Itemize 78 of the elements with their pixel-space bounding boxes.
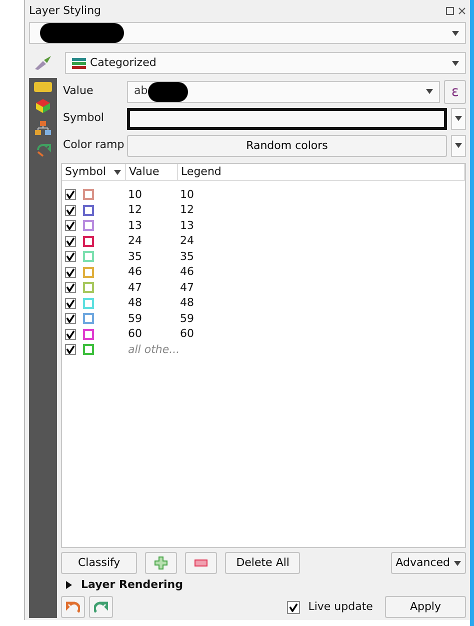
- delete-all-button[interactable]: Delete All: [225, 552, 300, 574]
- cube-icon[interactable]: [35, 98, 51, 114]
- checkbox-label: Live update: [308, 598, 373, 615]
- table-cell-text: 35: [128, 248, 143, 264]
- table-cell-text: 35: [180, 248, 194, 264]
- classify-button[interactable]: Classify: [61, 552, 138, 574]
- color-ramp-button[interactable]: Random colors: [127, 134, 447, 156]
- table-cell-text: 13: [128, 218, 143, 234]
- table-cell-text: 48: [128, 295, 143, 311]
- table-cell-text: 24: [128, 233, 143, 249]
- row-checkbox[interactable]: [65, 328, 76, 340]
- row-checkbox[interactable]: [65, 266, 76, 278]
- column-header[interactable]: Value: [126, 164, 178, 180]
- row-checkbox[interactable]: [65, 251, 76, 262]
- row-checkbox[interactable]: [65, 313, 76, 324]
- diagram-icon[interactable]: [35, 120, 51, 136]
- row-checkbox[interactable]: [65, 236, 76, 247]
- table-cell-text: 10: [128, 186, 143, 202]
- caret-icon: [452, 60, 459, 66]
- renderer-dropdown[interactable]: Categorized: [65, 52, 466, 74]
- field-label: Color ramp: [62, 137, 123, 154]
- add-button[interactable]: [145, 552, 178, 574]
- expression-button[interactable]: ε: [444, 80, 466, 104]
- float-icon[interactable]: [446, 7, 454, 15]
- dropdown-button[interactable]: [451, 134, 466, 156]
- redo-icon: [94, 600, 108, 614]
- panel-title: Layer Styling: [29, 2, 102, 19]
- categorized-icon: [72, 57, 86, 69]
- dropdown-button[interactable]: [451, 108, 466, 130]
- caret-icon: [455, 116, 462, 121]
- table-cell-text: 48: [180, 295, 194, 311]
- advanced-dropdown[interactable]: Advanced: [390, 552, 466, 574]
- row-checkbox[interactable]: [65, 282, 76, 294]
- table-cell-text: 46: [180, 264, 194, 280]
- undo-icon: [66, 600, 80, 614]
- caret-icon: [454, 560, 461, 566]
- table-cell-text: 12: [128, 202, 143, 218]
- row-checkbox[interactable]: [65, 204, 76, 216]
- table-cell-text: 10: [180, 186, 194, 202]
- field-label: Value: [62, 83, 94, 100]
- table-cell-text: 12: [180, 202, 194, 218]
- field-label: Symbol: [62, 110, 105, 126]
- caret-icon: [455, 143, 462, 148]
- caret-icon: [452, 30, 459, 36]
- column-header[interactable]: Legend: [178, 164, 465, 180]
- caret-icon: [114, 170, 121, 174]
- plus-icon: [154, 556, 168, 570]
- layer-dropdown[interactable]: [29, 22, 466, 44]
- table-cell-text: 47: [128, 280, 143, 296]
- redaction-mark: [148, 82, 188, 102]
- field-value: ab: [134, 83, 148, 100]
- table-cell-text: 13: [180, 218, 194, 234]
- remove-button[interactable]: [185, 552, 218, 574]
- table-cell-text: 60: [128, 326, 143, 342]
- section-header[interactable]: Layer Rendering: [81, 576, 183, 594]
- close-icon[interactable]: [458, 7, 466, 15]
- row-checkbox[interactable]: [65, 344, 76, 356]
- expand-arrow-icon[interactable]: [65, 581, 73, 589]
- paintbrush-icon[interactable]: [33, 55, 53, 71]
- table-cell-text: 59: [128, 310, 143, 326]
- table-cell-text: all othe...: [128, 342, 180, 358]
- caret-icon: [426, 89, 434, 94]
- check-icon: [289, 602, 298, 612]
- table-cell-text: 46: [128, 264, 143, 280]
- value-dropdown[interactable]: ab: [127, 80, 440, 102]
- table-cell-text: 47: [180, 280, 194, 296]
- live-update-checkbox[interactable]: [287, 600, 300, 614]
- row-checkbox[interactable]: [65, 298, 76, 309]
- redo-button[interactable]: [89, 596, 113, 618]
- undo-button[interactable]: [61, 596, 85, 618]
- column-header[interactable]: Symbol: [62, 164, 126, 180]
- symbol-button[interactable]: [127, 108, 447, 130]
- table-cell-text: 60: [180, 326, 194, 342]
- row-checkbox[interactable]: [65, 220, 76, 232]
- table-cell-text: 24: [180, 233, 194, 249]
- row-checkbox[interactable]: [65, 189, 76, 200]
- apply-button[interactable]: Apply: [384, 596, 466, 618]
- table-cell-text: 59: [180, 310, 194, 326]
